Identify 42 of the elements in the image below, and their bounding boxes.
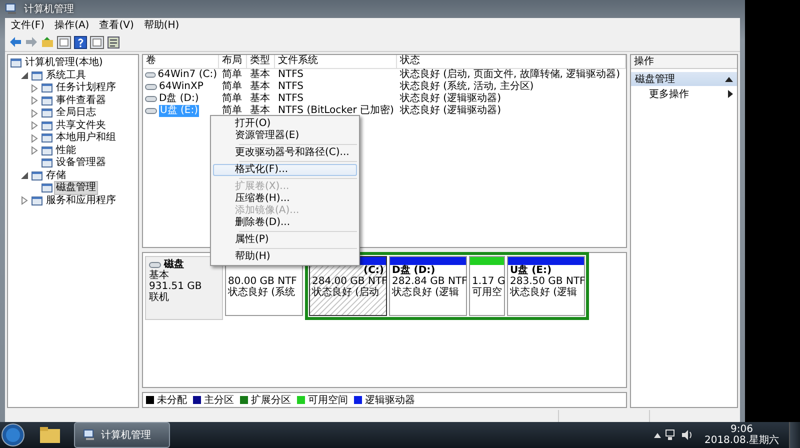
table-cell-text: 基本	[249, 81, 271, 92]
disk-name: 磁盘	[164, 259, 184, 270]
app-label: 计算机管理	[101, 428, 151, 442]
table-cell-text: NTFS (BitLocker 已加密)	[277, 105, 395, 117]
partition-status: 状态良好 (启动	[311, 287, 380, 298]
table-cell-text: 状态良好 (逻辑驱动器)	[399, 105, 502, 117]
table-cell-text: 基本	[249, 69, 271, 80]
partition-name: D盘 (D:)	[391, 265, 436, 276]
legend-label: 逻辑驱动器	[365, 394, 415, 407]
table-cell-text: 基本	[249, 93, 271, 104]
partition-size: 282.84 GB NTF	[391, 276, 466, 287]
partition-status: 可用空	[471, 287, 503, 298]
table-cell-text: 状态良好 (逻辑驱动器)	[399, 93, 502, 104]
partition-name: U盘 (E:)	[509, 265, 553, 276]
table-cell-text: 简单	[221, 69, 243, 80]
partition-status: 状态良好 (系统	[227, 287, 296, 298]
window-title: 计算机管理	[24, 2, 74, 16]
table-cell-text: 简单	[221, 105, 243, 117]
partition-status: 状态良好 (逻辑	[391, 287, 460, 298]
table-cell-text: 状态良好 (系统, 活动, 主分区)	[399, 81, 535, 92]
partition-name: (C:)	[362, 265, 385, 276]
table-cell-text: 状态良好 (启动, 页面文件, 故障转储, 逻辑驱动器)	[399, 69, 622, 80]
partition-status: 状态良好 (逻辑	[509, 287, 578, 298]
table-cell-text: 简单	[221, 81, 243, 92]
action-label: 更多操作	[649, 88, 689, 101]
partition-size: 283.50 GB NTF	[509, 276, 584, 287]
disk-info: 联机	[149, 292, 170, 303]
table-cell-text: 简单	[221, 93, 243, 104]
table-cell-text: 基本	[249, 105, 271, 117]
section-title: 磁盘管理	[635, 73, 675, 86]
disk-info: 基本	[149, 270, 170, 281]
partition-size: 1.17 G	[471, 276, 504, 287]
disk-info: 931.51 GB	[149, 281, 203, 292]
actions-header: 操作	[631, 55, 737, 69]
legend-label: 主分区	[204, 394, 234, 407]
legend-label: 可用空间	[308, 394, 348, 407]
table-cell-text: NTFS	[277, 69, 305, 81]
table-cell-text: NTFS	[277, 93, 305, 105]
legend-label: 未分配	[157, 394, 187, 407]
partition-size: 80.00 GB NTF	[227, 276, 298, 287]
legend-label: 扩展分区	[251, 394, 291, 407]
table-cell-text: NTFS	[277, 81, 305, 93]
